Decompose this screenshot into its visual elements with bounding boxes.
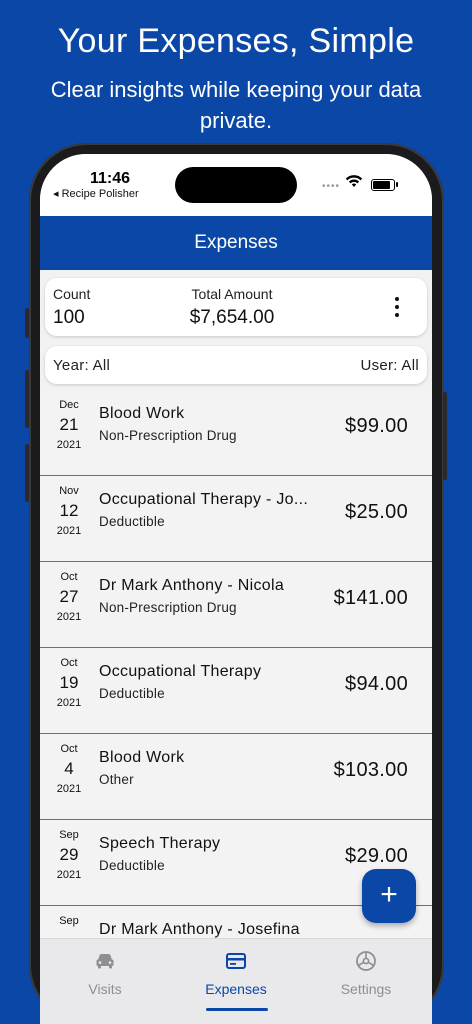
wifi-icon xyxy=(345,175,363,187)
year-filter[interactable]: Year: All xyxy=(53,357,110,374)
tab-label: Expenses xyxy=(205,981,267,997)
summary-card: Count 100 Total Amount $7,654.00 xyxy=(45,278,427,336)
expense-year: 2021 xyxy=(56,697,82,709)
filter-bar: Year: All User: All xyxy=(45,346,427,384)
expense-category: Deductible xyxy=(99,686,165,701)
expense-date: Sep 29 2021 xyxy=(46,829,92,881)
expense-category: Other xyxy=(99,772,134,787)
status-bar: 11:46 ◂ Recipe Polisher •••• xyxy=(40,154,432,216)
expense-amount: $99.00 xyxy=(345,415,408,437)
expense-title: Occupational Therapy - Jo... xyxy=(99,491,309,508)
tab-expenses[interactable]: Expenses xyxy=(176,949,296,997)
dynamic-island xyxy=(175,167,297,203)
expense-title: Speech Therapy xyxy=(99,835,221,852)
expense-date: Oct 4 2021 xyxy=(46,743,92,795)
expense-row[interactable]: Oct 27 2021 Dr Mark Anthony - Nicola Non… xyxy=(40,562,432,648)
expense-amount: $29.00 xyxy=(345,845,408,867)
expense-category: Deductible xyxy=(99,514,165,529)
cellular-signal-icon: •••• xyxy=(322,181,341,192)
expense-category: Non-Prescription Drug xyxy=(99,428,237,443)
add-expense-button[interactable]: + xyxy=(362,869,416,923)
tab-bar: Visits Expenses Settings xyxy=(40,938,432,1024)
active-tab-indicator xyxy=(206,1008,268,1011)
more-options-icon[interactable] xyxy=(391,295,403,319)
expense-amount: $25.00 xyxy=(345,501,408,523)
expense-title: Dr Mark Anthony - Nicola xyxy=(99,577,285,594)
expense-year: 2021 xyxy=(56,525,82,537)
expense-year: 2021 xyxy=(56,869,82,881)
back-to-app-link[interactable]: ◂ Recipe Polisher xyxy=(53,187,139,200)
tab-label: Visits xyxy=(88,981,122,997)
expense-row[interactable]: Dec 21 2021 Blood Work Non-Prescription … xyxy=(40,390,432,476)
expense-date: Nov 12 2021 xyxy=(46,485,92,537)
expense-date: Oct 19 2021 xyxy=(46,657,92,709)
expense-month: Nov xyxy=(59,485,79,497)
expense-day: 27 xyxy=(59,587,79,606)
expense-year: 2021 xyxy=(56,439,82,451)
total-amount-label: Total Amount xyxy=(191,286,273,302)
expense-date: Sep xyxy=(46,915,92,931)
expense-amount: $103.00 xyxy=(333,759,408,781)
battery-icon xyxy=(371,179,395,191)
expense-month: Sep xyxy=(59,829,79,841)
expense-day: 19 xyxy=(59,673,79,692)
status-time: 11:46 xyxy=(90,170,131,187)
expense-month: Sep xyxy=(59,915,79,927)
app-screen: 11:46 ◂ Recipe Polisher •••• Expenses Co… xyxy=(40,154,432,1024)
expense-month: Dec xyxy=(59,399,79,411)
user-filter[interactable]: User: All xyxy=(360,357,419,374)
tab-settings[interactable]: Settings xyxy=(306,949,426,997)
expense-month: Oct xyxy=(60,657,78,669)
tab-visits[interactable]: Visits xyxy=(45,949,165,997)
battery-tip xyxy=(396,182,398,187)
total-amount-value: $7,654.00 xyxy=(189,307,275,328)
phone-volume-up xyxy=(25,370,29,428)
expense-date: Oct 27 2021 xyxy=(46,571,92,623)
expense-date: Dec 21 2021 xyxy=(46,399,92,451)
settings-icon xyxy=(356,951,376,971)
expense-title: Blood Work xyxy=(99,749,185,766)
expense-title: Dr Mark Anthony - Josefina xyxy=(99,921,300,938)
expense-amount: $94.00 xyxy=(345,673,408,695)
expense-year: 2021 xyxy=(56,611,82,623)
expense-row[interactable]: Nov 12 2021 Occupational Therapy - Jo...… xyxy=(40,476,432,562)
phone-mute-switch xyxy=(25,308,29,338)
expense-title: Blood Work xyxy=(99,405,185,422)
expense-day: 21 xyxy=(59,415,79,434)
expense-month: Oct xyxy=(60,743,78,755)
phone-power-button xyxy=(443,392,447,480)
promo-title: Your Expenses, Simple xyxy=(57,22,415,60)
expense-title: Occupational Therapy xyxy=(99,663,262,680)
phone-volume-down xyxy=(25,444,29,502)
page-title: Expenses xyxy=(194,232,278,253)
expense-row[interactable]: Oct 19 2021 Occupational Therapy Deducti… xyxy=(40,648,432,734)
promo-subtitle: Clear insights while keeping your data p… xyxy=(50,77,422,133)
expense-year: 2021 xyxy=(56,783,82,795)
expense-amount: $141.00 xyxy=(333,587,408,609)
expense-day: 12 xyxy=(59,501,79,520)
expense-month: Oct xyxy=(60,571,78,583)
app-bar: Expenses xyxy=(40,216,432,270)
expense-category: Non-Prescription Drug xyxy=(99,600,237,615)
tab-label: Settings xyxy=(340,981,392,997)
credit-card-icon xyxy=(226,953,246,969)
expense-row[interactable]: Oct 4 2021 Blood Work Other $103.00 xyxy=(40,734,432,820)
expense-category: Deductible xyxy=(99,858,165,873)
car-icon xyxy=(96,954,114,969)
expense-day: 4 xyxy=(64,759,74,778)
expense-day: 29 xyxy=(59,845,79,864)
